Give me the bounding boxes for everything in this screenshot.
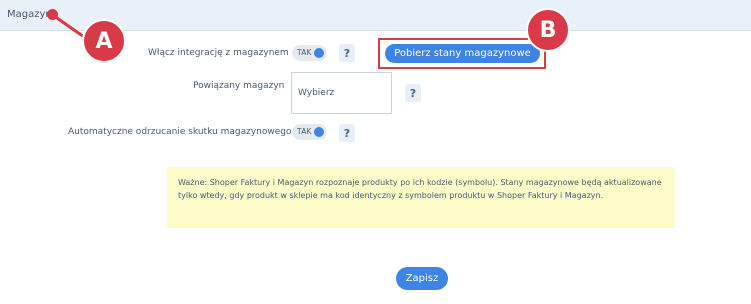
notice-box: Ważne: Shoper Faktury i Magazyn rozpozna… [167,167,675,228]
help-icon[interactable]: ? [339,44,355,62]
callout-a-dot [47,9,58,20]
auto-reject-toggle[interactable]: TAK [292,124,327,140]
integration-label: Włącz integrację z magazynem [148,48,289,58]
section-title: Magazyn [7,9,52,20]
linked-warehouse-select[interactable]: Wybierz [291,72,392,114]
fetch-stock-button[interactable]: Pobierz stany magazynowe [385,44,540,63]
toggle-knob [314,48,324,58]
auto-reject-label: Automatyczne odrzucanie skutku magazynow… [68,127,292,137]
integration-toggle[interactable]: TAK [292,45,327,61]
callout-b: B [526,8,570,52]
help-icon[interactable]: ? [405,84,421,102]
integration-toggle-label: TAK [297,48,312,57]
help-icon[interactable]: ? [339,124,355,142]
linked-warehouse-label: Powiązany magazyn [193,81,285,91]
callout-a: A [82,19,126,63]
auto-reject-toggle-label: TAK [297,127,312,136]
toggle-knob [314,127,324,137]
save-button[interactable]: Zapisz [396,267,448,290]
linked-warehouse-value: Wybierz [298,88,335,98]
